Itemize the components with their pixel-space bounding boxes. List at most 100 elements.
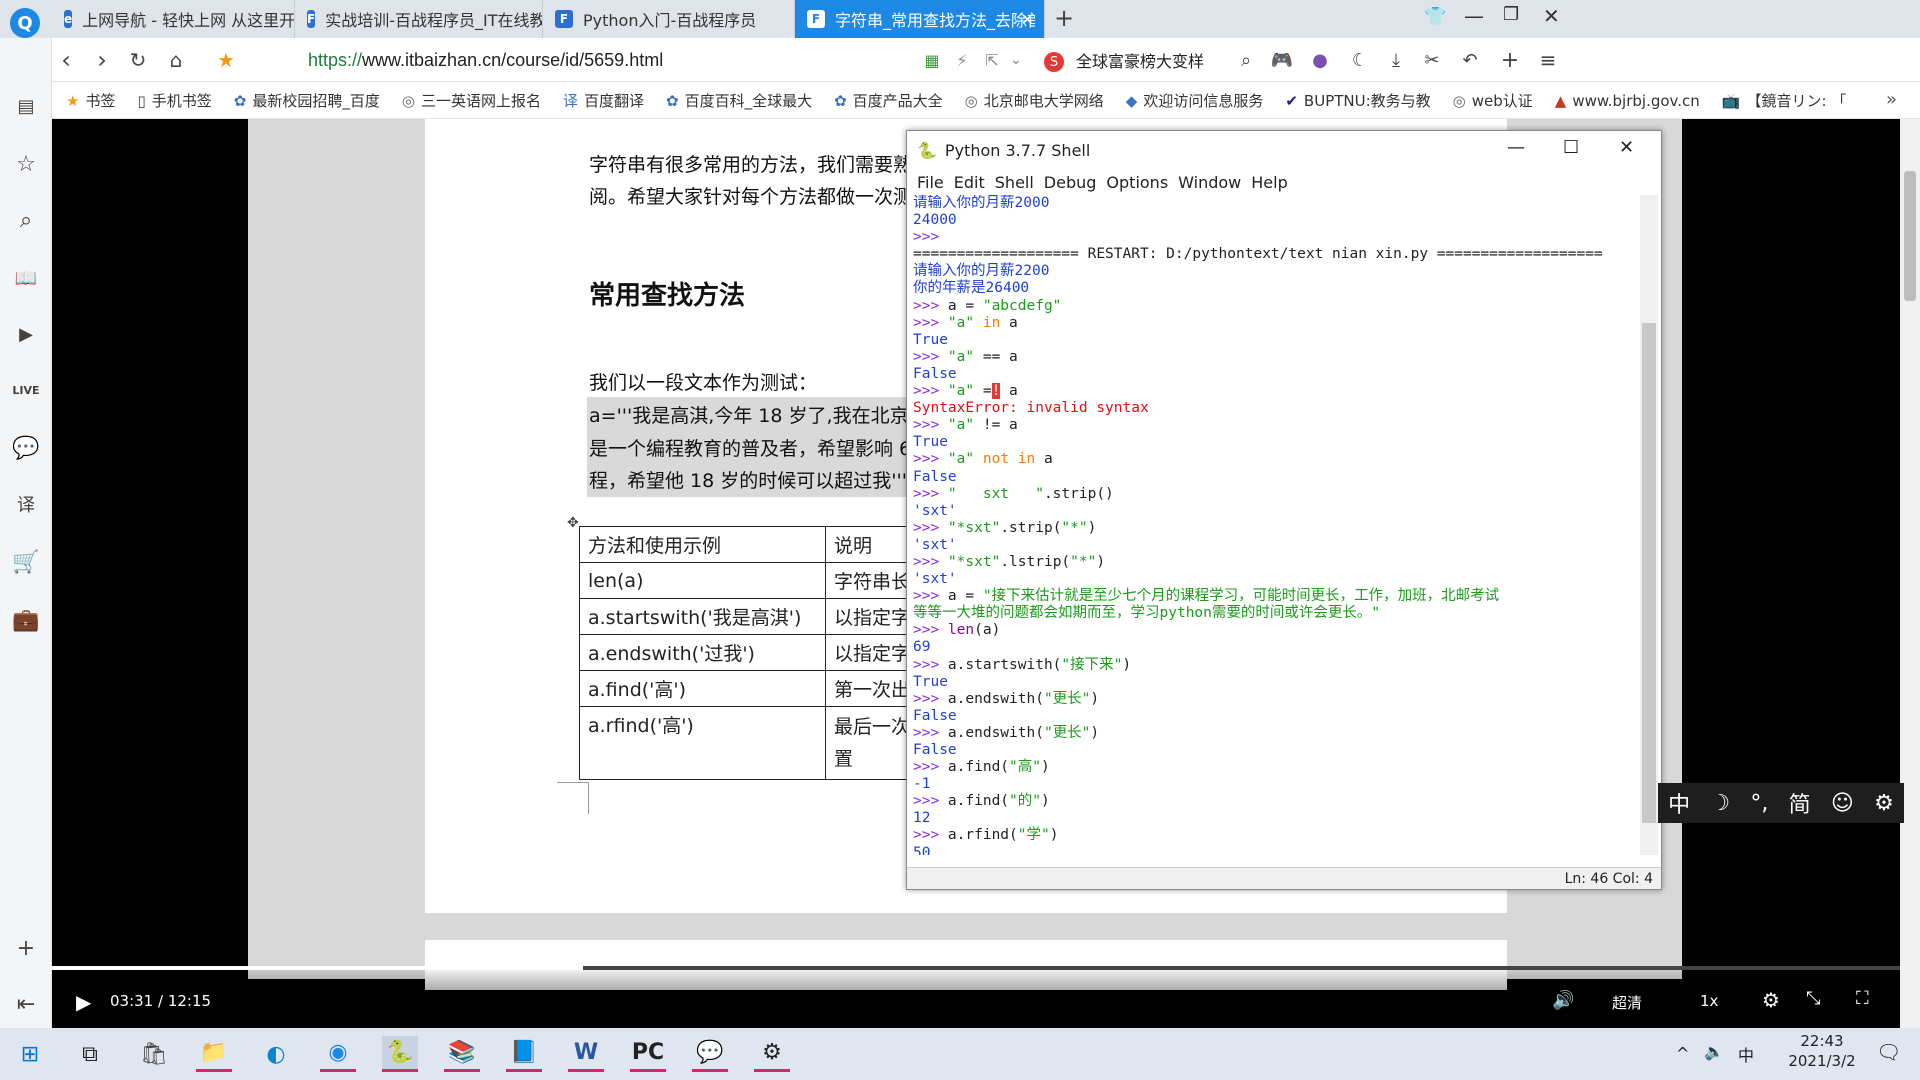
new-tab-icon[interactable]: +	[1054, 4, 1074, 32]
settings-icon[interactable]: ⚙	[754, 1036, 790, 1072]
settings-icon[interactable]: ⚙	[1874, 791, 1894, 816]
volume-icon[interactable]: 🔊	[1552, 990, 1574, 1011]
shell-output[interactable]: 请输入你的月薪2000 24000 >>> ==================…	[913, 195, 1637, 855]
bookmark-item[interactable]: 译百度翻译	[563, 90, 644, 111]
bookmark-item[interactable]: ★ 书签	[66, 90, 115, 111]
menu-edit[interactable]: Edit	[954, 173, 985, 192]
bookmark-item[interactable]: ✔ BUPTNU:教务与教	[1285, 90, 1430, 111]
lightning-icon[interactable]: ⚡	[948, 46, 976, 74]
bookmark-item[interactable]: ✿ 最新校园招聘_百度	[234, 90, 380, 111]
search-icon[interactable]: ⌕	[12, 206, 40, 234]
ime-simplified-mode[interactable]: 简	[1789, 787, 1811, 819]
book-icon[interactable]: 📖	[12, 264, 40, 292]
play-icon[interactable]: ▶	[76, 990, 91, 1014]
more-bookmarks-icon[interactable]: »	[1886, 89, 1897, 110]
menu-options[interactable]: Options	[1106, 173, 1168, 192]
bookmark-item[interactable]: ◆ 欢迎访问信息服务	[1126, 90, 1264, 111]
bookmark-item[interactable]: ▯ 手机书签	[137, 90, 211, 111]
maximize-icon[interactable]: ☐	[1563, 137, 1579, 158]
tab-2[interactable]: F 实战培训-百战程序员_IT在线教育培训	[295, 0, 543, 38]
progress-bar[interactable]	[52, 966, 1900, 970]
punctuation-icon[interactable]: °,	[1750, 791, 1768, 816]
close-icon[interactable]: ✕	[1543, 4, 1560, 28]
wechat-icon[interactable]: 💬	[692, 1036, 728, 1072]
search-text[interactable]: 全球富豪榜大变样	[1076, 48, 1204, 72]
reader-icon[interactable]: ▦	[918, 46, 946, 74]
search-icon[interactable]: ⌕	[1232, 46, 1260, 74]
translate-icon[interactable]: 译	[12, 490, 40, 518]
plus-icon[interactable]: +	[1496, 46, 1524, 74]
file-explorer-icon[interactable]: 📁	[196, 1036, 232, 1072]
undo-icon[interactable]: ↶	[1456, 46, 1484, 74]
ime-chinese-mode[interactable]: 中	[1668, 787, 1690, 819]
windows-start-icon[interactable]: ⊞	[12, 1036, 48, 1072]
chat-icon[interactable]: 💬	[12, 434, 40, 462]
archive-icon[interactable]: 📚	[444, 1036, 480, 1072]
avatar[interactable]: ●	[1306, 46, 1334, 74]
clock-time[interactable]: 22:43	[1782, 1032, 1862, 1050]
forward-icon[interactable]: ›	[88, 46, 116, 74]
input-language[interactable]: 中	[1738, 1042, 1754, 1066]
game-icon[interactable]: 🎮	[1268, 46, 1296, 74]
tab-3[interactable]: F Python入门-百战程序员	[543, 0, 795, 38]
scrollbar-thumb[interactable]	[1904, 171, 1916, 301]
favorites-icon[interactable]: ☆	[12, 150, 40, 178]
page-scrollbar[interactable]	[1900, 119, 1920, 1028]
back-icon[interactable]: ‹	[52, 46, 80, 74]
restore-icon[interactable]: ❐	[1503, 4, 1519, 25]
store-icon[interactable]: 🛍	[136, 1036, 172, 1072]
task-view-icon[interactable]: ⧉	[72, 1036, 108, 1072]
scrollbar-thumb[interactable]	[1642, 323, 1656, 823]
scissors-icon[interactable]: ✂	[1418, 46, 1446, 74]
collapse-sidebar-icon[interactable]: ⇤	[12, 990, 40, 1018]
shell-scrollbar[interactable]	[1640, 195, 1658, 855]
address-bar[interactable]: https://www.itbaizhan.cn/course/id/5659.…	[308, 50, 663, 71]
speaker-icon[interactable]: 🔈	[1704, 1042, 1724, 1061]
menu-debug[interactable]: Debug	[1044, 173, 1097, 192]
menu-window[interactable]: Window	[1178, 173, 1241, 192]
browser-logo-icon[interactable]: Q	[10, 8, 40, 38]
minimize-icon[interactable]: —	[1464, 4, 1484, 28]
bookmark-item[interactable]: ◎ web认证	[1453, 90, 1533, 111]
download-icon[interactable]: ⤓	[1382, 46, 1410, 74]
clock-date[interactable]: 2021/3/2	[1782, 1052, 1862, 1070]
minimize-icon[interactable]: —	[1507, 137, 1525, 158]
menu-icon[interactable]: ≡	[1534, 46, 1562, 74]
menu-help[interactable]: Help	[1251, 173, 1287, 192]
moon-icon[interactable]: ☾	[1346, 46, 1374, 74]
tab-4-active[interactable]: F 字符串_常用查找方法_去除首位信息✕	[795, 0, 1045, 38]
bookmark-item[interactable]: ✿ 百度百科_全球最大	[666, 90, 812, 111]
bookmark-item[interactable]: ◎ 北京邮电大学网络	[965, 90, 1104, 111]
reload-icon[interactable]: ↻	[124, 46, 152, 74]
notes-icon[interactable]: 📘	[506, 1036, 542, 1072]
settings-icon[interactable]: ⚙	[1762, 988, 1780, 1012]
bookmark-item[interactable]: ✿ 百度产品大全	[834, 90, 943, 111]
shirt-icon[interactable]: 👕	[1424, 6, 1446, 27]
cart-icon[interactable]: 🛒	[12, 548, 40, 576]
moon-icon[interactable]: ☽	[1710, 791, 1730, 816]
add-icon[interactable]: +	[12, 934, 40, 962]
live-icon[interactable]: LIVE	[12, 376, 40, 404]
python-icon[interactable]: 🐍	[382, 1036, 418, 1072]
pip-icon[interactable]: ⤡	[1806, 988, 1820, 1009]
speed-selector[interactable]: 1x	[1700, 992, 1718, 1010]
emoji-icon[interactable]: ☺	[1831, 791, 1854, 816]
notification-icon[interactable]: 🗨	[1876, 1040, 1901, 1064]
close-tab-icon[interactable]: ✕	[1021, 10, 1034, 29]
bookmark-item[interactable]: ◎ 三一英语网上报名	[402, 90, 541, 111]
quality-selector[interactable]: 超清	[1612, 992, 1642, 1013]
menu-shell[interactable]: Shell	[995, 173, 1034, 192]
bookmark-item[interactable]: 📺 【鏡音リン: 「	[1722, 90, 1847, 111]
edge-icon[interactable]: ◐	[258, 1036, 294, 1072]
pycharm-icon[interactable]: PC	[630, 1036, 666, 1072]
video-icon[interactable]: ▶	[12, 320, 40, 348]
tab-1[interactable]: e 上网导航 - 轻快上网 从这里开始	[52, 0, 295, 38]
bookmark-item[interactable]: ▲ www.bjrbj.gov.cn	[1555, 92, 1700, 110]
briefcase-icon[interactable]: 💼	[12, 606, 40, 634]
tray-chevron-icon[interactable]: ^	[1676, 1044, 1689, 1063]
chevron-down-icon[interactable]: ⌄	[1002, 46, 1030, 74]
fullscreen-icon[interactable]: ⛶	[1856, 988, 1869, 1009]
shell-title-bar[interactable]: 🐍 Python 3.7.7 Shell — ☐ ✕	[907, 131, 1661, 169]
qq-browser-icon[interactable]: ◉	[320, 1036, 356, 1072]
star-bookmark-icon[interactable]: ★	[212, 46, 240, 74]
